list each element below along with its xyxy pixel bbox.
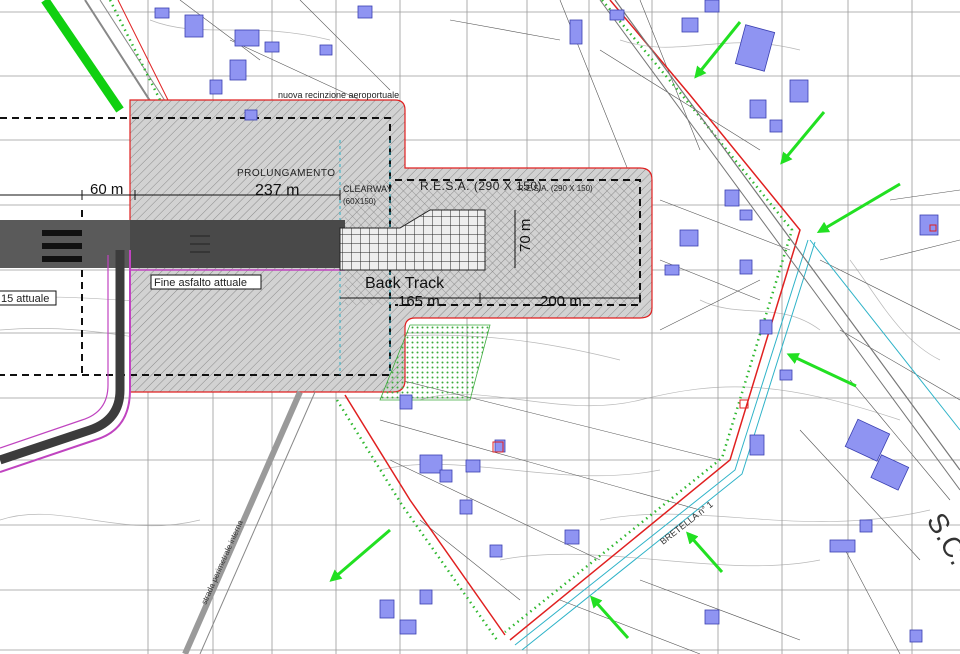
- green-arrow: [694, 21, 742, 79]
- green-arrow: [686, 531, 724, 573]
- runway-shoulder: [130, 220, 345, 268]
- label-15-attuale: 15 attuale: [1, 293, 49, 305]
- green-arrow: [329, 528, 391, 582]
- label-resa-right: R.E.S.A. (290 X 150): [518, 184, 593, 193]
- old-taxiway-edge-2: [0, 255, 109, 449]
- green-arrow: [589, 595, 630, 640]
- label-sc: S.C.: [921, 508, 960, 571]
- label-dim-165: 165 m: [398, 293, 440, 310]
- label-dim-200: 200 m: [540, 293, 582, 310]
- label-dim-70: 70 m: [517, 219, 534, 252]
- label-strada-perimetrale: strada perimetrale interna: [200, 518, 246, 605]
- green-arrow: [786, 353, 857, 388]
- label-nuova-recinzione: nuova recinzione aeroportuale: [278, 90, 399, 100]
- strada-perimetrale-road: [182, 390, 316, 654]
- green-boundary-stripe: [41, 0, 124, 113]
- old-taxiway: [0, 250, 125, 465]
- green-arrow: [780, 111, 826, 165]
- green-arrow: [816, 182, 901, 234]
- label-clearway: CLEARWAY: [343, 184, 392, 194]
- airport-plan-map: nuova recinzione aeroportuale PROLUNGAME…: [0, 0, 960, 654]
- runway-threshold-bars: [42, 230, 82, 262]
- label-back-track: Back Track: [365, 275, 445, 292]
- sc-road: [599, 0, 960, 491]
- label-clearway-size: (60X150): [343, 197, 376, 206]
- label-dim-237: 237 m: [255, 182, 299, 199]
- label-fine-asfalto: Fine asfalto attuale: [154, 277, 247, 289]
- label-prolungamento: PROLUNGAMENTO: [237, 168, 336, 179]
- label-dim-60: 60 m: [90, 181, 123, 198]
